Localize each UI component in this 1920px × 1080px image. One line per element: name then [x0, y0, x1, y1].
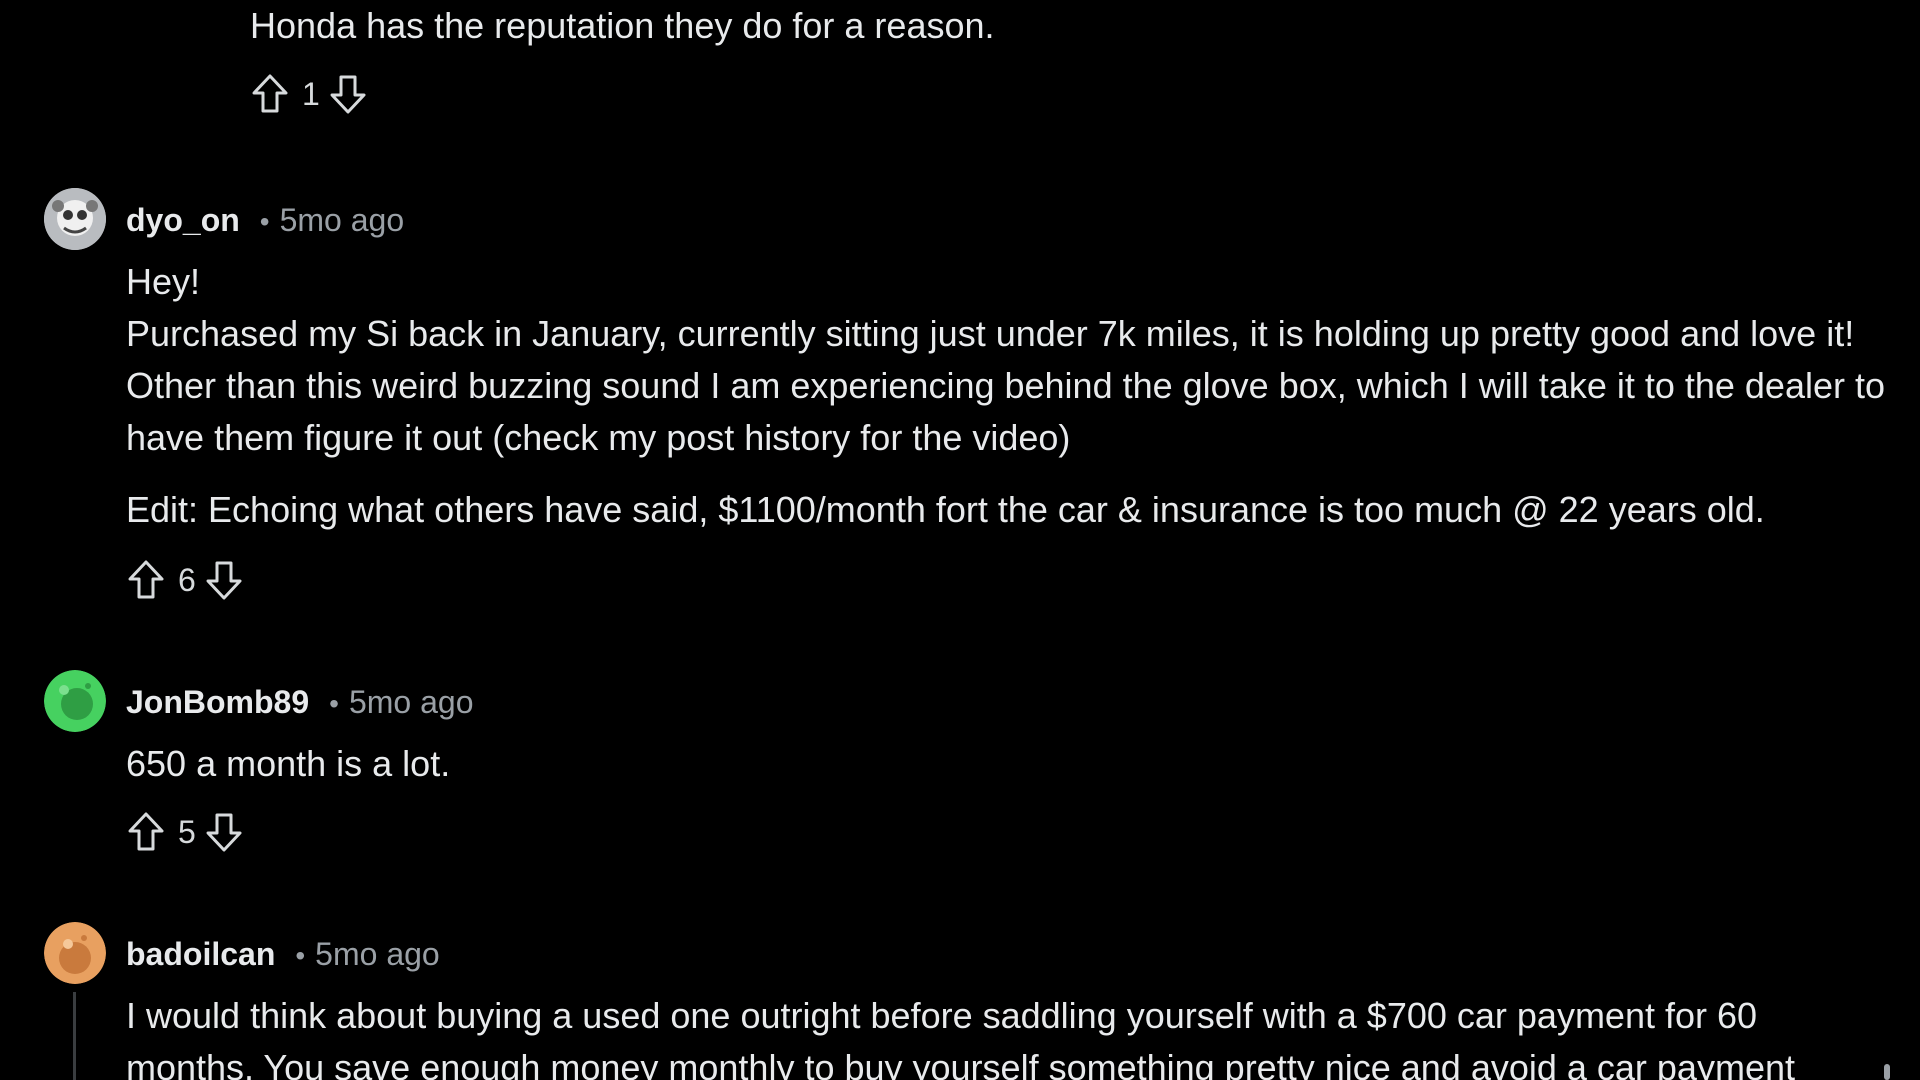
comment-body: Hey! Purchased my Si back in January, cu… — [126, 256, 1896, 536]
upvote-icon — [252, 74, 288, 113]
comment-text: Honda has the reputation they do for a r… — [250, 5, 995, 46]
username[interactable]: dyo_on — [126, 200, 240, 240]
vote-score: 1 — [302, 75, 320, 112]
upvote-button[interactable] — [126, 810, 166, 854]
upvote-button[interactable] — [126, 558, 166, 602]
timestamp[interactable]: 5mo ago — [280, 200, 405, 240]
meta-separator: • — [259, 206, 270, 237]
user-avatar-icon — [44, 670, 106, 732]
comment-text: Edit: Echoing what others have said, $11… — [126, 489, 1765, 530]
comment-meta: badoilcan • 5mo ago — [126, 934, 440, 976]
vote-bar: 1 — [250, 72, 368, 116]
avatar[interactable] — [44, 922, 106, 984]
comment-body: 650 a month is a lot. — [126, 738, 1896, 790]
comment-body: Honda has the reputation they do for a r… — [250, 0, 1890, 52]
username[interactable]: JonBomb89 — [126, 682, 309, 722]
downvote-icon — [330, 75, 366, 114]
vote-score: 5 — [178, 813, 196, 850]
comment-meta: JonBomb89 • 5mo ago — [126, 682, 473, 724]
scrollbar-thumb[interactable] — [1884, 1064, 1890, 1080]
downvote-button[interactable] — [204, 558, 244, 602]
upvote-icon — [128, 560, 164, 599]
vote-score: 6 — [178, 561, 196, 598]
upvote-button[interactable] — [250, 72, 290, 116]
comment-text: Hey! — [126, 261, 201, 302]
upvote-icon — [128, 812, 164, 851]
timestamp[interactable]: 5mo ago — [349, 682, 474, 722]
downvote-icon — [206, 561, 242, 600]
user-avatar-icon — [44, 188, 106, 250]
meta-separator: • — [295, 940, 306, 971]
meta-separator: • — [329, 688, 339, 719]
comment-body: I would think about buying a used one ou… — [126, 990, 1856, 1080]
timestamp[interactable]: 5mo ago — [315, 934, 440, 974]
comment-text: I would think about buying a used one ou… — [126, 995, 1795, 1080]
avatar[interactable] — [44, 188, 106, 250]
thread-line[interactable] — [73, 992, 76, 1080]
user-avatar-icon — [44, 922, 106, 984]
downvote-button[interactable] — [328, 72, 368, 116]
comment-thread: Honda has the reputation they do for a r… — [0, 0, 1920, 1080]
comment-text: Purchased my Si back in January, current… — [126, 313, 1886, 458]
downvote-button[interactable] — [204, 810, 244, 854]
vote-bar: 6 — [126, 558, 244, 602]
username[interactable]: badoilcan — [126, 934, 275, 974]
vote-bar: 5 — [126, 810, 244, 854]
avatar[interactable] — [44, 670, 106, 732]
downvote-icon — [206, 813, 242, 852]
comment-meta: dyo_on • 5mo ago — [126, 200, 404, 242]
comment-text: 650 a month is a lot. — [126, 743, 451, 784]
